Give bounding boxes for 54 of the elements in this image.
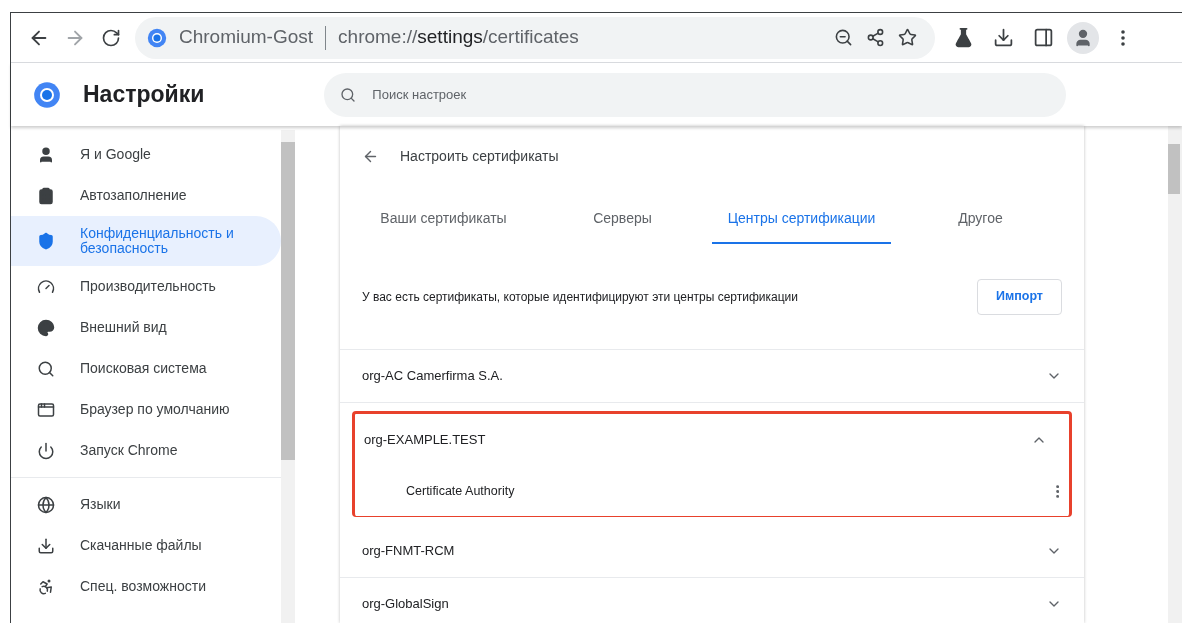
import-button[interactable]: Импорт xyxy=(977,278,1062,315)
reload-icon xyxy=(101,27,121,48)
site-name: Chromium-Gost xyxy=(179,25,314,50)
tab[interactable]: Серверы xyxy=(533,194,712,244)
description-text: У вас есть сертификаты, которые идентифицируют эти центры сертификации xyxy=(362,288,800,306)
sidebar-item[interactable]: Внешний вид xyxy=(11,307,281,348)
browser-window-icon xyxy=(37,400,55,419)
clipboard-icon xyxy=(37,186,55,205)
search-field[interactable]: Поиск настроек xyxy=(324,72,1067,117)
authority-row[interactable]: org-EXAMPLE.TEST xyxy=(355,414,1069,466)
page-title: Настроить сертификаты xyxy=(400,146,559,166)
zoom-out-icon xyxy=(833,28,853,47)
sidebar-item[interactable]: Запуск Chrome xyxy=(11,430,281,471)
sidebar-item[interactable]: Конфиденциальность и безопасность xyxy=(11,216,281,266)
sidebar-item[interactable]: Автозаполнение xyxy=(11,175,281,216)
authority-row[interactable]: org-AC Camerfirma S.A. xyxy=(340,350,1084,402)
person-icon xyxy=(37,145,55,164)
sidebar-item[interactable]: Я и Google xyxy=(11,134,281,175)
chromium-logo-icon xyxy=(147,27,167,48)
star-icon xyxy=(897,28,917,47)
menu-icon xyxy=(1121,29,1125,46)
sidebar-item[interactable]: Скачанные файлы xyxy=(11,525,281,566)
palette-icon xyxy=(37,318,55,337)
address-bar[interactable]: Chromium-Gost chrome://settings/certificates xyxy=(135,16,935,59)
tab[interactable]: Другое xyxy=(891,194,1070,244)
chrome-settings-logo-icon xyxy=(33,80,61,109)
certificate-name: Certificate Authority xyxy=(406,482,516,500)
search-icon xyxy=(37,359,55,378)
download-icon xyxy=(992,27,1014,48)
sidebar-item[interactable]: Поисковая система xyxy=(11,348,281,389)
power-icon xyxy=(37,441,55,460)
sidebar-item[interactable]: Производительность xyxy=(11,266,281,307)
settings-title: Настройки xyxy=(83,80,205,110)
scrollbar-thumb[interactable] xyxy=(1168,144,1180,194)
side-panel-icon xyxy=(1032,27,1054,48)
tab[interactable]: Ваши сертификаты xyxy=(354,194,533,244)
sidebar-item[interactable]: Языки xyxy=(11,484,281,525)
profile-avatar[interactable] xyxy=(1067,21,1099,54)
tab[interactable]: Центры сертификации xyxy=(712,194,891,244)
accessibility-icon xyxy=(37,577,55,596)
globe-icon xyxy=(37,495,55,514)
sidebar-item[interactable]: Спец. возможности xyxy=(11,566,281,607)
more-options-icon[interactable] xyxy=(1055,484,1059,498)
sidebar-item[interactable]: Браузер по умолчанию xyxy=(11,389,281,430)
authority-row[interactable]: org-FNMT-RCM xyxy=(340,525,1084,577)
authority-row[interactable]: org-GlobalSign xyxy=(340,578,1084,623)
scrollbar-thumb[interactable] xyxy=(281,142,295,460)
url-text: chrome://settings/certificates xyxy=(338,25,579,50)
search-icon xyxy=(340,86,357,103)
shield-icon xyxy=(37,232,55,250)
gauge-icon xyxy=(37,277,55,296)
download-icon xyxy=(37,536,55,555)
share-icon xyxy=(865,28,885,47)
person-icon xyxy=(1073,27,1093,48)
